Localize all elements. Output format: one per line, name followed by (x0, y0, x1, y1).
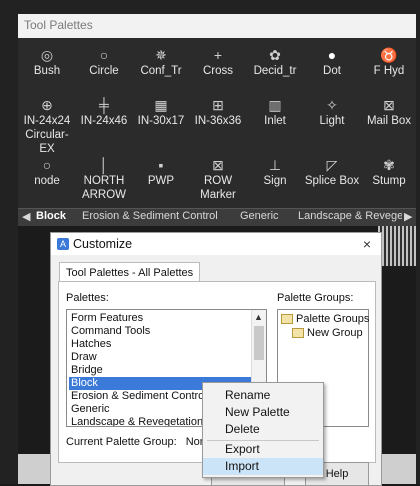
scrollbar-thumb[interactable] (254, 326, 264, 360)
list-item[interactable]: Draw (69, 351, 253, 364)
tool-in-24x24-circular-ex[interactable]: ⊕ IN-24x24 Circular-EX (18, 96, 76, 156)
tab-scroll-right-icon[interactable]: ▶ (404, 210, 412, 223)
menu-item-delete[interactable]: Delete (203, 421, 323, 438)
cross-icon: + (213, 47, 223, 63)
tab-generic[interactable]: Generic (240, 210, 279, 222)
dialog-title: Customize (73, 237, 133, 251)
hydrant-icon: ♉ (380, 47, 398, 63)
tab-block[interactable]: Block (36, 210, 66, 222)
tree-item-palette-groups[interactable]: Palette Groups (281, 313, 369, 325)
circle-target-icon: ◎ (40, 47, 54, 63)
tool-circle[interactable]: ○ Circle (75, 46, 133, 78)
tool-mail-box[interactable]: ⊠ Mail Box (360, 96, 418, 128)
background-hatch (378, 226, 416, 266)
grate-icon: ▦ (154, 97, 168, 113)
palettes-label: Palettes: (66, 292, 109, 304)
tab-erosion-sediment-control[interactable]: Erosion & Sediment Control (82, 210, 218, 222)
menu-item-new-palette[interactable]: New Palette (203, 404, 323, 421)
stump-icon: ✾ (383, 157, 395, 173)
tool-in-36x36[interactable]: ⊞ IN-36x36 (189, 96, 247, 128)
current-palette-group: Current Palette Group: None (66, 436, 213, 448)
conifer-tree-icon: ✵ (155, 47, 167, 63)
context-menu: Rename New Palette Delete Export Import (202, 382, 324, 478)
circular-grate-icon: ⊕ (41, 97, 53, 113)
grate-icon: ╪ (99, 97, 109, 113)
tool-splice-box[interactable]: ◸ Splice Box (303, 156, 361, 188)
list-item[interactable]: Bridge (69, 364, 253, 377)
tool-row-marker[interactable]: ⊠ ROW Marker (189, 156, 247, 202)
mailbox-icon: ⊠ (383, 97, 395, 113)
inlet-icon: ▥ (268, 97, 282, 113)
dot-icon: ● (327, 47, 337, 63)
close-icon[interactable]: × (363, 236, 371, 252)
folder-icon (292, 328, 304, 339)
menu-item-import[interactable]: Import (203, 458, 323, 475)
splice-box-icon: ◸ (326, 157, 338, 173)
north-arrow-icon: │ (99, 157, 109, 173)
app-icon: A (57, 238, 69, 250)
menu-item-rename[interactable]: Rename (203, 387, 323, 404)
tool-in-24x46[interactable]: ╪ IN-24x46 (75, 96, 133, 128)
tool-palettes-titlebar[interactable]: Tool Palettes (18, 14, 416, 39)
palette-groups-label: Palette Groups: (277, 292, 354, 304)
palette-tabstrip: ◀ Block Erosion & Sediment Control Gener… (18, 208, 416, 226)
menu-item-export[interactable]: Export (203, 441, 323, 458)
tool-pwp[interactable]: ▪ PWP (132, 156, 190, 188)
tool-node[interactable]: ○ node (18, 156, 76, 188)
list-item[interactable]: Hatches (69, 338, 253, 351)
tool-north-arrow[interactable]: │ NORTH ARROW (75, 156, 133, 202)
row-marker-icon: ⊠ (212, 157, 224, 173)
sign-icon: ⊥ (268, 157, 282, 173)
tab-scroll-left-icon[interactable]: ◀ (22, 210, 30, 223)
list-item[interactable]: Form Features (69, 312, 253, 325)
tool-bush[interactable]: ◎ Bush (18, 46, 76, 78)
light-icon: ✧ (326, 97, 338, 113)
tool-palettes-title: Tool Palettes (24, 18, 93, 32)
tab-landscape-revegeta[interactable]: Landscape & Revegeta (298, 210, 402, 222)
tool-palette-grid: ◎ Bush ○ Circle ✵ Conf_Tr + Cross ✿ Deci… (18, 38, 416, 208)
dialog-titlebar[interactable]: A Customize × (51, 233, 381, 255)
tool-cross[interactable]: + Cross (189, 46, 247, 78)
screen: Tool Palettes ◎ Bush ○ Circle ✵ Conf_Tr … (0, 0, 420, 486)
pwp-icon: ▪ (158, 157, 164, 173)
scroll-up-icon[interactable]: ▲ (254, 312, 263, 322)
circle-icon: ○ (99, 47, 109, 63)
list-item[interactable]: Command Tools (69, 325, 253, 338)
tree-item-new-group[interactable]: New Group (292, 327, 363, 339)
tool-decid-tr[interactable]: ✿ Decid_tr (246, 46, 304, 78)
tool-dot[interactable]: ● Dot (303, 46, 361, 78)
tool-f-hyd[interactable]: ♉ F Hyd (360, 46, 418, 78)
tool-inlet[interactable]: ▥ Inlet (246, 96, 304, 128)
deciduous-tree-icon: ✿ (269, 47, 281, 63)
grate-icon: ⊞ (212, 97, 224, 113)
tab-tool-palettes-all[interactable]: Tool Palettes - All Palettes (59, 262, 201, 282)
folder-icon (281, 314, 293, 325)
tool-sign[interactable]: ⊥ Sign (246, 156, 304, 188)
tool-in-30x17[interactable]: ▦ IN-30x17 (132, 96, 190, 128)
node-circle-icon: ○ (42, 157, 52, 173)
tool-light[interactable]: ✧ Light (303, 96, 361, 128)
tool-stump[interactable]: ✾ Stump (360, 156, 418, 188)
tool-conf-tr[interactable]: ✵ Conf_Tr (132, 46, 190, 78)
